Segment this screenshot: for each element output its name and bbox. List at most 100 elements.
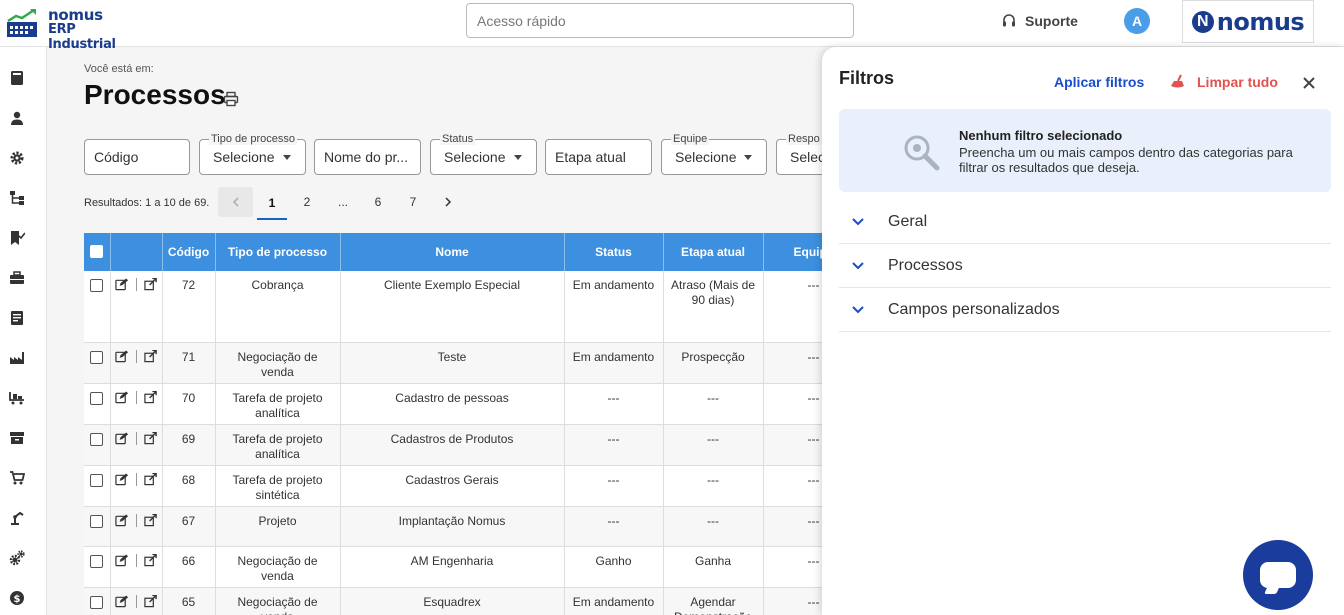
nomus-logo[interactable]: nomus ERP Industrial [6,6,136,52]
row-select-cell [84,506,111,547]
equipe-label: Equipe [671,133,710,145]
cell-codigo: 71 [162,342,216,384]
pager-page-6[interactable]: 6 [363,187,393,217]
chat-button[interactable] [1243,540,1313,610]
sidebar: $ [0,47,47,615]
row-checkbox[interactable] [90,473,104,487]
support-link[interactable]: Suporte [1001,11,1078,31]
row-select-cell [84,424,111,466]
table-row[interactable]: 66 Negociação de venda AM Engenharia Ganho G… [84,546,822,588]
edit-icon[interactable] [114,390,128,404]
clear-all-button[interactable]: Limpar tudo [1170,74,1278,90]
pager-prev-button[interactable] [218,187,253,217]
header-status[interactable]: Status [564,233,664,271]
pager-page-1[interactable]: 1 [257,187,287,220]
pager-page-7[interactable]: 7 [398,187,428,217]
row-checkbox[interactable] [90,432,104,446]
edit-icon[interactable] [114,349,128,363]
external-link-icon[interactable] [144,553,158,567]
cell-etapa: --- [663,424,764,466]
row-checkbox[interactable] [90,350,104,364]
gear-icon[interactable] [8,149,26,167]
row-actions-cell [110,383,163,425]
section-processos[interactable]: Processos [839,244,1331,288]
row-actions [114,349,158,363]
edit-icon[interactable] [114,594,128,608]
nome-filter-input[interactable]: Nome do pr... [314,139,421,175]
user-icon[interactable] [8,109,26,127]
archive-icon[interactable] [8,429,26,447]
printer-icon[interactable] [223,91,239,107]
row-actions [114,390,158,404]
edit-icon[interactable] [114,553,128,567]
cell-codigo: 70 [162,383,216,425]
row-checkbox[interactable] [90,554,104,568]
panel-title: Filtros [839,68,895,88]
apply-filters-button[interactable]: Aplicar filtros [1054,74,1144,90]
divider [135,472,137,486]
divider [135,390,137,404]
gears-icon[interactable] [8,549,26,567]
row-checkbox[interactable] [90,279,104,292]
chevron-down-icon [744,155,752,160]
bookmark-check-icon[interactable] [8,229,26,247]
main-content: Você está em: Processos Código Selecione… [47,47,822,615]
cell-equipe: --- [763,383,822,425]
cell-nome: Cadastro de pessoas [340,383,565,425]
edit-icon[interactable] [114,431,128,445]
table-row[interactable]: 70 Tarefa de projeto analítica Cadastro de… [84,383,822,425]
edit-icon[interactable] [114,278,128,291]
table-row[interactable]: 71 Negociação de venda Teste Em andamento Pr… [84,342,822,384]
briefcase-icon[interactable] [8,269,26,287]
external-link-icon[interactable] [144,349,158,363]
select-all-checkbox[interactable] [90,244,104,258]
conveyor-icon[interactable] [8,389,26,407]
quick-access-input[interactable] [466,3,854,38]
pager-page-2[interactable]: 2 [292,187,322,217]
section-campos-personalizados[interactable]: Campos personalizados [839,288,1331,332]
row-checkbox[interactable] [90,595,104,609]
external-link-icon[interactable] [144,594,158,608]
row-checkbox[interactable] [90,514,104,528]
chat-bubble-icon [1260,562,1296,588]
dollar-icon[interactable]: $ [8,589,26,607]
cart-icon[interactable] [8,469,26,487]
header-etapa[interactable]: Etapa atual [663,233,764,271]
hierarchy-icon[interactable] [8,189,26,207]
close-icon[interactable] [1300,74,1318,92]
external-link-icon[interactable] [144,390,158,404]
external-link-icon[interactable] [144,278,158,291]
process-table: Código Tipo de processo Nome Status Etap… [84,233,822,615]
edit-icon[interactable] [114,472,128,486]
robot-arm-icon[interactable] [8,509,26,527]
external-link-icon[interactable] [144,431,158,445]
codigo-filter-input[interactable]: Código [84,139,190,175]
pager-next-button[interactable] [433,187,463,217]
header-equipe[interactable]: Equip [763,233,822,271]
header-codigo[interactable]: Código [162,233,216,271]
header-tipo[interactable]: Tipo de processo [215,233,341,271]
report-icon[interactable] [8,309,26,327]
chevron-right-icon [445,197,452,207]
factory-logo-icon [7,8,37,37]
factory-icon[interactable] [8,349,26,367]
table-row[interactable]: 65Negociação de vendaEsquadrexEm andamen… [84,587,822,615]
section-geral[interactable]: Geral [839,200,1331,244]
divider [135,513,137,527]
table-row[interactable]: 67 Projeto Implantação Nomus --- --- --- [84,506,822,547]
responsavel-label: Respo [786,133,822,145]
table-row[interactable]: 68 Tarefa de projeto sintética Cadastros G… [84,465,822,507]
external-link-icon[interactable] [144,513,158,527]
broom-icon [1171,74,1184,88]
table-row[interactable]: 69 Tarefa de projeto analítica Cadastros d… [84,424,822,466]
table-row[interactable]: 72 Cobrança Cliente Exemplo Especial Em and… [84,271,822,343]
external-link-icon[interactable] [144,472,158,486]
top-bar: nomus ERP Industrial Suporte A N nomus [0,0,1344,52]
edit-icon[interactable] [114,513,128,527]
book-icon[interactable] [8,69,26,87]
header-nome[interactable]: Nome [340,233,565,271]
row-actions-cell [110,424,163,466]
etapa-filter-input[interactable]: Etapa atual [545,139,652,175]
user-avatar[interactable]: A [1124,8,1150,34]
row-checkbox[interactable] [90,391,104,405]
